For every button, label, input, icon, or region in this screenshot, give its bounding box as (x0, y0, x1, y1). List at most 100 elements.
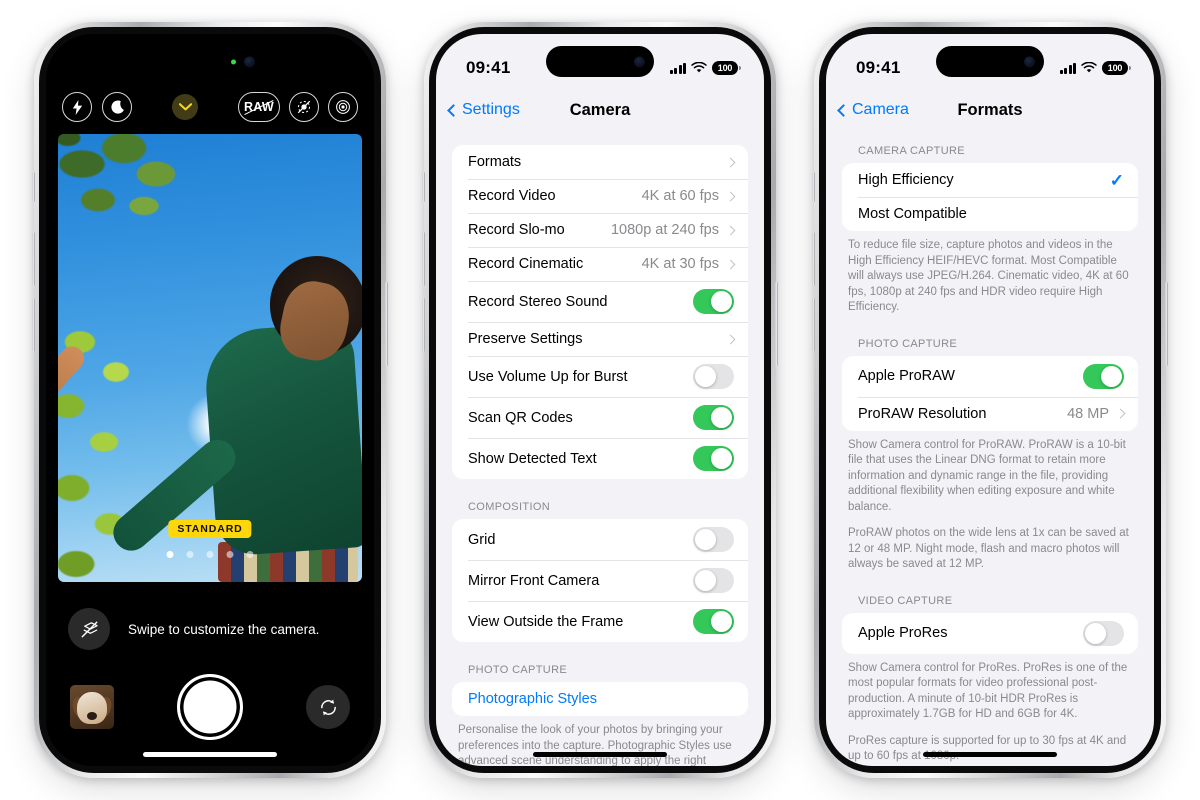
settings-screen: 09:41 100 Settings Camera Formats Record… (436, 34, 764, 766)
home-indicator[interactable] (923, 752, 1057, 757)
row-scan-qr-codes[interactable]: Scan QR Codes (452, 397, 748, 438)
row-label: Apple ProRes (858, 625, 948, 642)
toggle-scan-qr-codes[interactable] (693, 405, 734, 430)
checkmark-icon: ✓ (1109, 170, 1124, 190)
photographic-styles-icon[interactable] (328, 92, 358, 122)
status-time: 09:41 (856, 58, 901, 77)
mute-button[interactable] (422, 172, 425, 202)
section-header-camera-capture: CAMERA CAPTURE (858, 145, 965, 157)
live-photo-off-icon-small[interactable] (68, 608, 110, 650)
volume-up-button[interactable] (422, 232, 425, 286)
row-label: View Outside the Frame (468, 613, 624, 630)
row-value: 4K at 60 fps (641, 188, 719, 204)
row-label: Most Compatible (858, 206, 967, 222)
row-record-video[interactable]: Record Video 4K at 60 fps (452, 179, 748, 213)
style-page-dots[interactable] (166, 551, 254, 558)
volume-down-button[interactable] (32, 298, 35, 352)
status-time: 09:41 (466, 58, 511, 77)
row-label: Preserve Settings (468, 331, 583, 347)
dynamic-island (156, 46, 264, 77)
volume-down-button[interactable] (812, 298, 815, 352)
toggle-show-detected-text[interactable] (693, 446, 734, 471)
row-label: Record Slo-mo (468, 222, 565, 238)
settings-scroll-area[interactable]: CAMERA CAPTURE High Efficiency ✓ Most Co… (826, 132, 1154, 766)
front-camera-lens (244, 56, 255, 67)
row-view-outside-the-frame[interactable]: View Outside the Frame (452, 601, 748, 642)
battery-level: 100 (1107, 63, 1123, 73)
row-label: High Efficiency (858, 172, 954, 188)
footnote-proraw-2: ProRAW photos on the wide lens at 1x can… (848, 527, 1129, 571)
footnote-camera-capture: To reduce file size, capture photos and … (848, 239, 1129, 314)
power-button[interactable] (775, 282, 778, 366)
row-apple-proraw[interactable]: Apple ProRAW (842, 356, 1138, 397)
footnote-prores-1: Show Camera control for ProRes. ProRes i… (848, 661, 1128, 721)
screenshot-canvas: RAW (0, 0, 1200, 800)
row-grid[interactable]: Grid (452, 519, 748, 560)
toggle-view-outside-the-frame[interactable] (693, 609, 734, 634)
row-use-volume-up-for-burst[interactable]: Use Volume Up for Burst (452, 356, 748, 397)
row-proraw-resolution[interactable]: ProRAW Resolution 48 MP (842, 396, 1138, 431)
camera-hint-row: Swipe to customize the camera. (46, 602, 374, 656)
live-photo-off-icon[interactable] (289, 92, 319, 122)
row-value: 48 MP (1067, 405, 1109, 422)
chevron-down-icon[interactable] (172, 94, 198, 120)
volume-down-button[interactable] (422, 298, 425, 352)
toggle-grid[interactable] (693, 527, 734, 552)
chevron-right-icon (725, 259, 736, 269)
chevron-right-icon (725, 225, 736, 235)
battery-icon: 100 (1102, 61, 1131, 75)
row-label: Record Cinematic (468, 256, 584, 272)
footnote-prores-2: ProRes capture is supported for up to 30… (848, 734, 1127, 763)
settings-group-video-capture: Apple ProRes (842, 612, 1138, 654)
raw-icon[interactable]: RAW (238, 92, 280, 122)
home-indicator[interactable] (533, 752, 667, 757)
mute-button[interactable] (812, 172, 815, 202)
toggle-record-stereo-sound[interactable] (693, 289, 734, 314)
row-mirror-front-camera[interactable]: Mirror Front Camera (452, 560, 748, 601)
row-label: Use Volume Up for Burst (468, 368, 628, 385)
formats-screen: 09:41 100 Camera Formats CAMERA CAPTURE … (826, 34, 1154, 766)
row-most-compatible[interactable]: Most Compatible (842, 197, 1138, 231)
toggle-apple-prores[interactable] (1083, 620, 1124, 646)
camera-flip-icon[interactable] (306, 685, 350, 729)
settings-group-camera-capture: High Efficiency ✓ Most Compatible (842, 163, 1138, 231)
toggle-apple-proraw[interactable] (1083, 363, 1124, 389)
row-preserve-settings[interactable]: Preserve Settings (452, 322, 748, 356)
front-camera-lens (634, 56, 645, 67)
camera-top-controls: RAW (46, 86, 374, 128)
toggle-use-volume-up-for-burst[interactable] (693, 364, 734, 389)
row-label: Record Video (468, 188, 556, 204)
row-show-detected-text[interactable]: Show Detected Text (452, 438, 748, 479)
mute-button[interactable] (32, 172, 35, 202)
front-camera-lens (1024, 56, 1035, 67)
row-label: Apple ProRAW (858, 368, 955, 385)
navigation-bar: Settings Camera (436, 88, 764, 132)
night-mode-icon[interactable] (102, 92, 132, 122)
row-photographic-styles[interactable]: Photographic Styles (452, 682, 748, 716)
row-formats[interactable]: Formats (452, 145, 748, 179)
camera-viewfinder[interactable]: STANDARD (58, 134, 362, 582)
row-high-efficiency[interactable]: High Efficiency ✓ (842, 163, 1138, 197)
power-button[interactable] (385, 282, 388, 366)
phone-camera-app: RAW (32, 22, 388, 778)
toggle-mirror-front-camera[interactable] (693, 568, 734, 593)
section-header-photo-capture: PHOTO CAPTURE (468, 664, 568, 676)
row-record-slomo[interactable]: Record Slo-mo 1080p at 240 fps (452, 213, 748, 247)
home-indicator[interactable] (143, 752, 277, 757)
flash-icon[interactable] (62, 92, 92, 122)
camera-hint-text: Swipe to customize the camera. (128, 621, 320, 637)
chevron-right-icon (725, 157, 736, 167)
gallery-thumbnail[interactable] (70, 685, 114, 729)
row-record-stereo-sound[interactable]: Record Stereo Sound (452, 281, 748, 322)
volume-up-button[interactable] (812, 232, 815, 286)
settings-scroll-area[interactable]: Formats Record Video 4K at 60 fps Record… (436, 132, 764, 766)
settings-group-photo-capture: Apple ProRAW ProRAW Resolution 48 MP (842, 355, 1138, 431)
row-record-cinematic[interactable]: Record Cinematic 4K at 30 fps (452, 247, 748, 281)
battery-level: 100 (717, 63, 733, 73)
power-button[interactable] (1165, 282, 1168, 366)
row-label: ProRAW Resolution (858, 405, 987, 422)
row-apple-prores[interactable]: Apple ProRes (842, 613, 1138, 654)
shutter-button[interactable] (177, 674, 243, 740)
volume-up-button[interactable] (32, 232, 35, 286)
settings-group-photo-capture: Photographic Styles (452, 682, 748, 716)
